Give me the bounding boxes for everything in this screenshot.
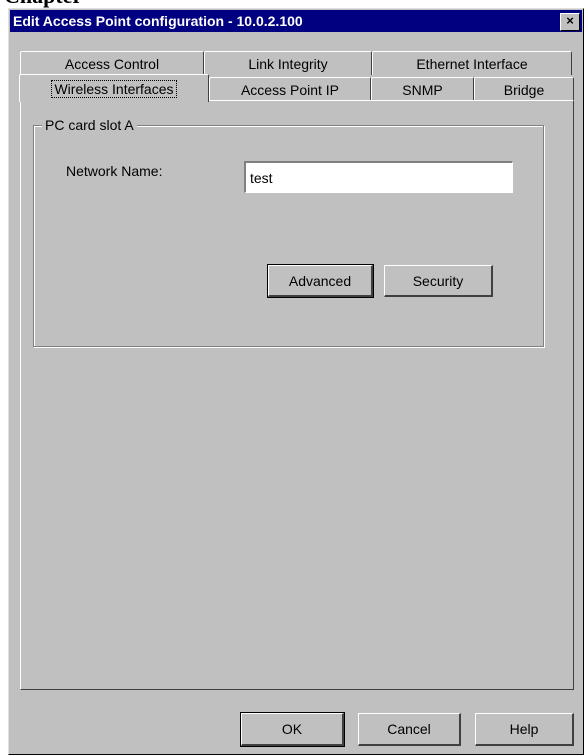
group-title: PC card slot A (42, 117, 137, 133)
close-icon: × (566, 13, 574, 28)
tab-access-point-ip[interactable]: Access Point IP (209, 77, 371, 101)
cancel-button[interactable]: Cancel (358, 713, 461, 746)
network-name-label: Network Name: (66, 163, 163, 179)
tab-bridge[interactable]: Bridge (474, 77, 574, 101)
tab-label: SNMP (402, 81, 443, 98)
tab-ethernet-interface[interactable]: Ethernet Interface (372, 51, 572, 75)
tab-label: Bridge (503, 81, 545, 98)
group-box (33, 125, 544, 347)
advanced-button[interactable]: Advanced (267, 264, 374, 298)
title-bar[interactable]: Edit Access Point configuration - 10.0.2… (10, 10, 582, 32)
tab-label: Access Control (64, 55, 160, 72)
tab-label: Link Integrity (248, 55, 328, 72)
tab-snmp[interactable]: SNMP (371, 77, 474, 101)
security-button[interactable]: Security (384, 265, 493, 297)
tab-access-control[interactable]: Access Control (20, 51, 204, 75)
network-name-input[interactable] (244, 161, 513, 193)
tab-wireless-interfaces[interactable]: Wireless Interfaces (19, 74, 209, 102)
tab-label: Ethernet Interface (416, 55, 528, 72)
close-button[interactable]: × (560, 13, 580, 31)
window-title: Edit Access Point configuration - 10.0.2… (13, 13, 303, 29)
tab-label: Access Point IP (240, 81, 340, 98)
tab-link-integrity[interactable]: Link Integrity (204, 51, 372, 75)
tab-label: Wireless Interfaces (51, 79, 177, 98)
document-heading-fragment: Chapter (0, 0, 584, 8)
help-button[interactable]: Help (475, 713, 574, 746)
ok-button[interactable]: OK (240, 712, 345, 747)
